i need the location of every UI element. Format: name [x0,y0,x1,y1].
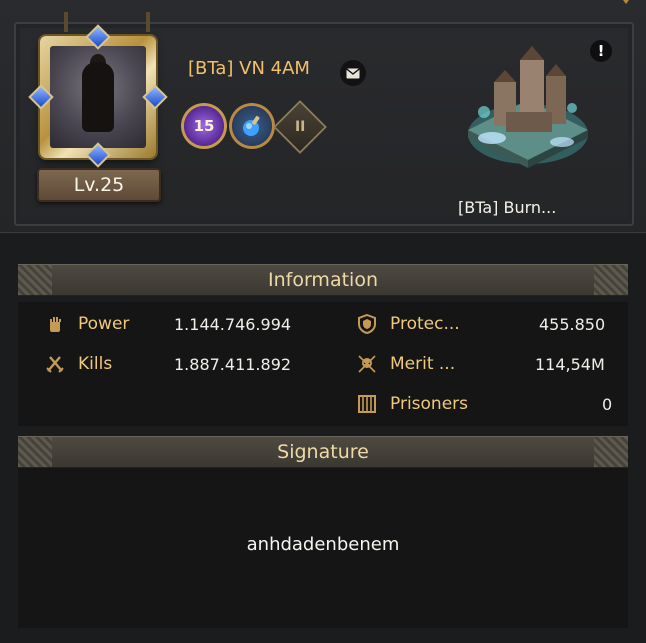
player-avatar[interactable] [31,27,165,165]
stat-kills-value: 1.887.411.892 [174,355,292,374]
stat-prisoners-value: 0 [602,395,613,414]
stat-power-value: 1.144.746.994 [174,315,292,334]
avatar-figure [82,62,114,132]
information-header: Information [18,264,628,296]
merit-skull-icon [356,353,378,375]
header-ornament-left [18,265,52,295]
rope-left [64,12,68,32]
rank-badge-label: II [294,118,306,135]
signature-text: anhdadenbenem [246,534,400,555]
stat-prisoners-label: Prisoners [390,394,469,414]
mail-icon [346,67,360,78]
header-ornament-left [18,437,52,467]
vip-badge[interactable]: 15 [184,106,224,146]
prison-bars-icon [356,393,378,415]
stat-prisoners: Prisoners [356,392,468,416]
stat-power-label: Power [78,314,130,334]
stat-protection: Protec... [356,312,460,336]
header-ornament-right [594,265,628,295]
mail-button[interactable] [340,60,366,86]
castle-icon[interactable] [464,42,592,172]
stat-protection-value: 455.850 [539,315,606,334]
city-name: [BTa] Burn... [458,198,557,217]
stat-protection-label: Protec... [390,314,460,334]
stat-kills: Kills [44,352,112,376]
profile-header: Lv.25 [BTa] VN 4AM 15 II ! [BTa] Burn... [0,0,646,233]
stat-merit-label: Merit ... [390,354,456,374]
avatar-portrait [50,46,146,148]
player-name: [BTa] VN 4AM [188,58,310,79]
vip-level: 15 [193,117,215,135]
shield-icon [356,313,378,335]
information-title: Information [268,269,378,291]
dropdown-arrow-icon[interactable] [620,0,632,4]
header-ornament-right [594,437,628,467]
player-level: Lv.25 [37,168,161,202]
power-fist-icon [44,313,66,335]
crossed-swords-icon [44,353,66,375]
stat-kills-label: Kills [78,354,113,374]
stat-merit-value: 114,54M [535,355,605,374]
rope-right [146,12,150,32]
stat-merit: Merit ... [356,352,455,376]
info-alert-button[interactable]: ! [590,40,612,62]
potion-badge[interactable] [232,106,272,146]
signature-title: Signature [277,441,369,463]
signature-header: Signature [18,436,628,468]
potion-icon [243,115,260,136]
stat-power: Power [44,312,129,336]
